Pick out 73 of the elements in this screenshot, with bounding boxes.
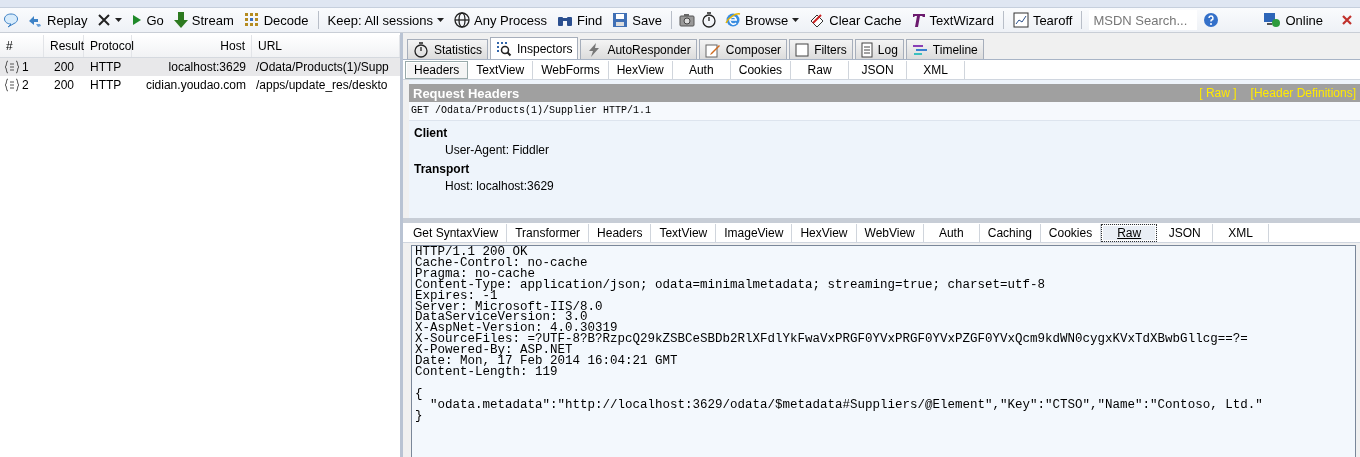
header-group[interactable]: Client	[414, 126, 1360, 140]
toolbar-button[interactable]: Find	[555, 11, 605, 29]
toolbar-button[interactable]: TextWizard	[909, 11, 996, 29]
caret-icon	[115, 18, 123, 22]
table-cell-text: 200	[53, 78, 75, 92]
column-header[interactable]: URL	[252, 35, 400, 57]
column-header[interactable]: Host	[132, 35, 252, 57]
tab[interactable]: Filters	[789, 39, 853, 59]
close-icon[interactable]	[1341, 14, 1353, 26]
dotted-grid-icon	[243, 12, 260, 28]
table-cell-text: localhost:3629	[167, 60, 247, 74]
session-row[interactable]: 1 200 HTTP localhost:3629 /Odata/Products(1)/Supp	[0, 58, 400, 76]
close-x-icon	[97, 13, 112, 27]
down-arrow-icon	[173, 12, 188, 28]
toolbar-button[interactable]: Tearoff	[1010, 11, 1075, 29]
camera-icon[interactable]	[678, 12, 695, 28]
toolbar-button[interactable]: Replay	[25, 11, 90, 29]
table-cell-text: cidian.youdao.com	[144, 78, 247, 92]
search-field[interactable]: MSDN Search...	[1089, 10, 1198, 30]
table-cell-text: HTTP	[89, 60, 123, 74]
globe-icon	[454, 12, 471, 28]
table-cell-text: /Odata/Products(1)/Supp	[255, 60, 390, 74]
timeline-bars-icon	[911, 43, 928, 56]
tab[interactable]: Composer	[698, 39, 788, 59]
table-cell: 1	[22, 60, 29, 74]
tab[interactable]: Statistics	[407, 39, 488, 59]
pencil-paper-icon	[704, 41, 721, 58]
checkbox-icon	[795, 42, 810, 57]
dropdown-button[interactable]	[95, 12, 125, 28]
table-cell-text: /apps/update_res/deskto	[255, 78, 389, 92]
caret-icon	[437, 18, 445, 22]
toolbar-button[interactable]: Stream	[171, 11, 236, 29]
play-triangle-icon	[132, 14, 143, 26]
caret-icon	[792, 18, 800, 22]
column-header[interactable]: #	[0, 35, 44, 57]
json-document-icon	[4, 60, 20, 74]
speech-bubble-icon[interactable]	[3, 12, 19, 28]
table-cell: 2	[22, 78, 29, 92]
document-lines-icon	[860, 41, 873, 58]
header-entry[interactable]: User-Agent: Fiddler	[445, 143, 1360, 157]
tab[interactable]: Log	[854, 39, 904, 59]
eraser-icon	[809, 12, 826, 28]
header-group[interactable]: Transport	[414, 162, 1360, 176]
toolbar-button[interactable]: Any Process	[452, 11, 550, 29]
stopwatch-icon[interactable]	[700, 12, 717, 28]
toolbar-button[interactable]: Save	[610, 11, 664, 29]
dropdown-button[interactable]: Browse	[722, 11, 802, 29]
magnifier-grid-icon	[496, 40, 512, 57]
help-icon[interactable]	[1203, 12, 1220, 28]
toolbar-button[interactable]: Decode	[241, 11, 311, 29]
browser-e-icon	[724, 12, 741, 28]
stopwatch-icon	[413, 41, 429, 58]
column-header[interactable]: Protocol	[84, 35, 132, 57]
network-computer-icon	[1263, 12, 1282, 28]
session-row[interactable]: 2 200 HTTP cidian.youdao.com /apps/update_res/deskto	[0, 76, 400, 94]
dropdown-button[interactable]: Keep: All sessions	[325, 11, 447, 29]
tab[interactable]: Headers	[405, 61, 469, 79]
json-document-icon	[4, 78, 20, 92]
online-button[interactable]: Online	[1261, 11, 1325, 29]
window-chart-icon	[1012, 12, 1029, 28]
table-cell-text: 200	[53, 60, 75, 74]
letter-t-icon	[911, 12, 926, 28]
toolbar-button[interactable]: Go	[130, 11, 166, 29]
header-entry[interactable]: Host: localhost:3629	[445, 179, 1360, 193]
toolbar-button[interactable]: Clear Cache	[807, 11, 904, 29]
response-text: HTTP/1.1 200 OK Cache-Control: no-cache Pragma: no-cache Content-Type: application/json; odata=minimalmetadata; streaming=true; charset=utf-8 Expires: -1 Server: Microsoft-IIS/8.0 DataServiceVersion: 3.0 X-AspNet-Version: 4.0.30319 X-SourceFiles: =?UTF-8?B?RzpcQ29kZSBCeSBDb2RlXFdlYkFwaVxPRGF0YVxPRGF0YVxPZGF0YVxQcm9kdWN0cygxKVxTdXBwbGllcg==?= X-Powered-By: ASP.NET Date: Mon, 17 Feb 2014 16:04:21 GMT Content-Length: 119 { "odata.metadata":"http://localhost:3629/odata/$metadata#Suppliers/@Element","Key":"CTSO","Name":"Contoso, Ltd." }	[411, 245, 1356, 457]
tab[interactable]: AutoResponder	[580, 39, 697, 59]
table-cell-text: HTTP	[89, 78, 123, 92]
tab[interactable]: Raw	[1101, 224, 1158, 242]
tab[interactable]: Inspectors	[490, 37, 579, 59]
tab[interactable]: Timeline	[905, 39, 984, 59]
panel-title: Request Headers	[413, 85, 521, 101]
column-header[interactable]: Result	[44, 35, 84, 57]
